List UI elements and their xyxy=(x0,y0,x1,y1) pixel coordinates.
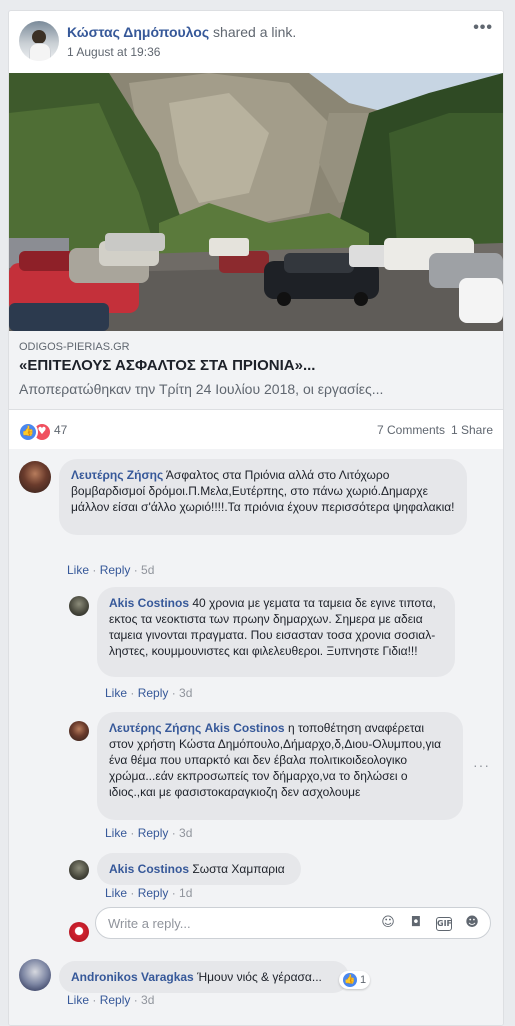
commenter-name[interactable]: Andronikos Varagkas xyxy=(71,970,194,984)
like-reaction-icon: 👍 xyxy=(343,973,357,988)
comment-bubble: Akis Costinos 40 χρονια με γεματα τα ταμ… xyxy=(97,587,455,677)
comment-time[interactable]: 1d xyxy=(179,886,192,900)
like-link[interactable]: Like xyxy=(67,993,89,1007)
author-avatar[interactable] xyxy=(19,21,59,61)
link-domain: ODIGOS-PIERIAS.GR xyxy=(19,341,130,353)
author-name[interactable]: Κώστας Δημόπουλος xyxy=(67,24,209,40)
comment-text: Ήμουν νιός & γέρασα... xyxy=(197,970,322,984)
share-count[interactable]: 1 Share xyxy=(451,423,493,437)
reply-link[interactable]: Reply xyxy=(138,886,169,900)
commenter-name[interactable]: Akis Costinos xyxy=(109,596,189,610)
gif-icon[interactable]: GIF xyxy=(436,917,452,931)
reply-link[interactable]: Reply xyxy=(138,826,169,840)
like-reaction-icon[interactable]: 👍 xyxy=(18,422,38,442)
link-title[interactable]: «ΕΠΙΤΕΛΟΥΣ ΑΣΦΑΛΤΟΣ ΣΤΑ ΠΡΙΟΝΙΑ»... xyxy=(19,357,315,374)
reply-link[interactable]: Reply xyxy=(100,993,131,1007)
post-card: Κώστας Δημόπουλος shared a link. 1 Augus… xyxy=(8,10,504,1026)
like-link[interactable]: Like xyxy=(105,686,127,700)
commenter-avatar[interactable] xyxy=(69,596,89,616)
commenter-name[interactable]: Λευτέρης Ζήσης xyxy=(71,468,163,482)
post-stats: 👍 ♥ 47 7 Comments 1 Share xyxy=(9,409,503,450)
reply-input[interactable]: Write a reply... ☺ ◘ GIF ☻ xyxy=(95,907,491,939)
like-link[interactable]: Like xyxy=(105,886,127,900)
link-preview-image[interactable] xyxy=(9,73,503,331)
link-description: Αποπερατώθηκαν την Τρίτη 24 Ιουλίου 2018… xyxy=(19,381,384,397)
comment-bubble: Andronikos Varagkas Ήμουν νιός & γέρασα.… xyxy=(59,961,349,993)
comment-time[interactable]: 3d xyxy=(179,826,192,840)
comment-time[interactable]: 3d xyxy=(141,993,154,1007)
reaction-count[interactable]: 47 xyxy=(54,423,67,437)
comment-bubble: Λευτέρης Ζήσης Akis Costinos η τοποθέτησ… xyxy=(97,712,463,820)
comment-bubble: Akis Costinos Σωστα Χαμπαρια xyxy=(97,853,301,885)
comment-actions: Like · Reply · 3d xyxy=(67,993,155,1007)
sticker-icon[interactable]: ☻ xyxy=(464,915,480,931)
comment-options-icon[interactable]: ··· xyxy=(473,757,490,773)
comment-time[interactable]: 3d xyxy=(179,686,192,700)
link-preview[interactable]: ODIGOS-PIERIAS.GR «ΕΠΙΤΕΛΟΥΣ ΑΣΦΑΛΤΟΣ ΣΤ… xyxy=(9,331,503,410)
reply-placeholder: Write a reply... xyxy=(108,916,191,931)
camera-icon[interactable]: ◘ xyxy=(408,915,424,931)
reply-link[interactable]: Reply xyxy=(138,686,169,700)
comment-reaction-badge[interactable]: 👍 1 xyxy=(339,971,371,989)
post-date[interactable]: 1 August at 19:36 xyxy=(67,45,160,59)
like-link[interactable]: Like xyxy=(67,563,89,577)
commenter-name[interactable]: Akis Costinos xyxy=(109,862,189,876)
commenter-avatar[interactable] xyxy=(19,959,51,991)
commenter-avatar[interactable] xyxy=(69,860,89,880)
comment-reaction-count: 1 xyxy=(360,974,367,986)
comment-count[interactable]: 7 Comments xyxy=(377,423,445,437)
comment-actions: Like · Reply · 3d xyxy=(105,826,193,840)
commenter-name[interactable]: Λευτέρης Ζήσης xyxy=(109,721,201,735)
comment-bubble: Λευτέρης Ζήσης Άσφαλτος στα Πριόνια αλλά… xyxy=(59,459,467,535)
reply-link[interactable]: Reply xyxy=(100,563,131,577)
comment-actions: Like · Reply · 5d xyxy=(67,563,155,577)
current-user-avatar[interactable] xyxy=(69,922,89,942)
like-link[interactable]: Like xyxy=(105,826,127,840)
comment-actions: Like · Reply · 1d xyxy=(105,886,193,900)
emoji-icon[interactable]: ☺ xyxy=(380,915,396,931)
comment-time[interactable]: 5d xyxy=(141,563,154,577)
comment-text: Σωστα Χαμπαρια xyxy=(192,862,285,876)
comment-actions: Like · Reply · 3d xyxy=(105,686,193,700)
post-action: shared a link. xyxy=(213,24,297,40)
more-options-icon[interactable]: ••• xyxy=(473,19,493,37)
commenter-avatar[interactable] xyxy=(69,721,89,741)
commenter-avatar[interactable] xyxy=(19,461,51,493)
post-author-line: Κώστας Δημόπουλος shared a link. xyxy=(67,24,296,40)
tagged-user[interactable]: Akis Costinos xyxy=(205,721,285,735)
comments-section: Λευτέρης Ζήσης Άσφαλτος στα Πριόνια αλλά… xyxy=(9,449,503,1025)
